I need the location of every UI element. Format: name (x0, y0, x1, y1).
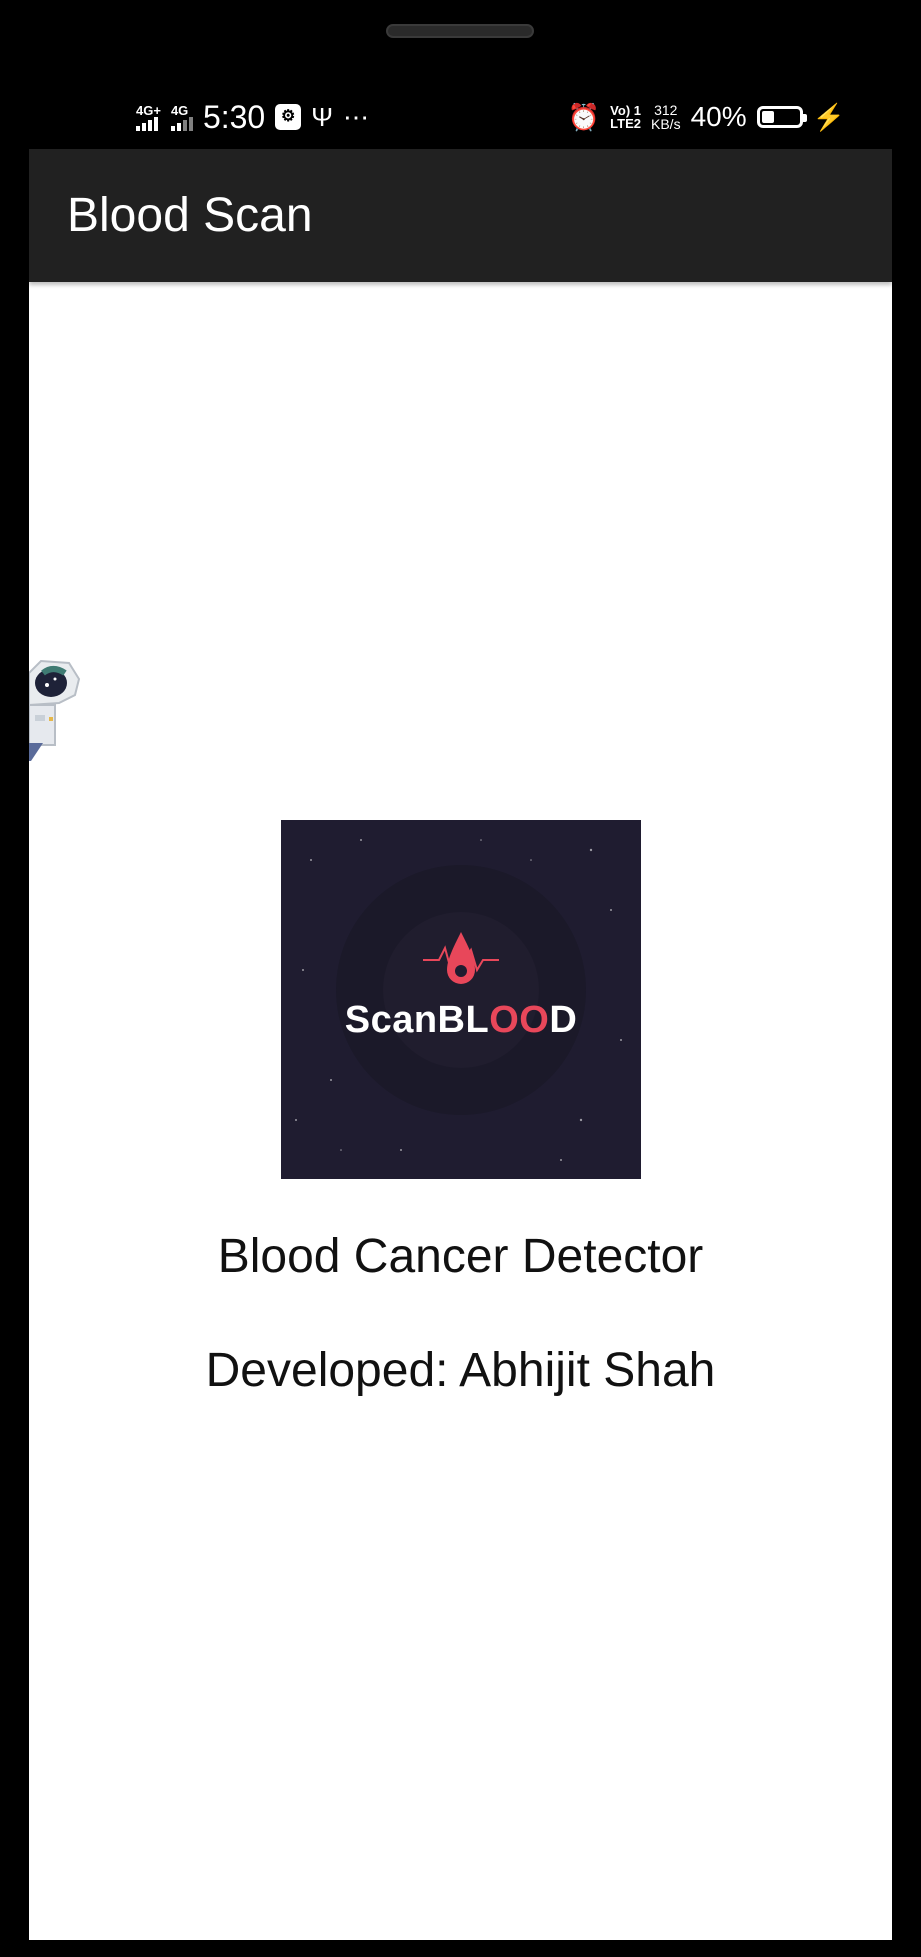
app-bar: Blood Scan (29, 149, 892, 282)
speed-value: 312 (654, 102, 678, 118)
logo-wordmark: ScanBLOOD (281, 999, 641, 1042)
status-bar: 4G+ 4G 5:30 ⚙ Ψ ⋯ ⏰ Vo) 1 LTE2 312 KB/s … (0, 92, 921, 142)
app-screen: Blood Scan ScanBLOOD Blood Cancer Detect… (29, 149, 892, 1940)
usb-icon: Ψ (311, 102, 333, 132)
battery-icon (756, 106, 807, 128)
signal-2: 4G (170, 102, 193, 131)
network-speed: 312 KB/s (651, 103, 681, 131)
status-left: 4G+ 4G 5:30 ⚙ Ψ ⋯ (136, 92, 369, 142)
speed-unit: KB/s (651, 116, 681, 132)
app-title: Blood Scan (67, 189, 313, 242)
status-right: ⏰ Vo) 1 LTE2 312 KB/s 40% ⚡ (568, 92, 845, 142)
earpiece-speaker (386, 24, 534, 38)
app-description: Blood Cancer Detector (217, 1230, 704, 1283)
volte-bottom: LTE2 (610, 116, 641, 131)
alarm-icon: ⏰ (567, 102, 601, 132)
scanblood-logo: ScanBLOOD (281, 820, 641, 1179)
signal-bars-icon (136, 116, 158, 131)
logo-word-end: D (549, 999, 578, 1041)
clock: 5:30 (202, 99, 266, 135)
phone-frame: 4G+ 4G 5:30 ⚙ Ψ ⋯ ⏰ Vo) 1 LTE2 312 KB/s … (0, 0, 921, 1957)
volte-indicator: Vo) 1 LTE2 (610, 104, 641, 130)
network-type-1: 4G+ (136, 102, 161, 118)
signal-bars-icon (170, 116, 193, 131)
network-type-2: 4G (170, 102, 189, 118)
logo-word-plain: ScanBL (344, 999, 490, 1041)
developer-credit: Developed: Abhijit Shah (205, 1344, 716, 1397)
usb-settings-icon: ⚙ (275, 104, 302, 130)
more-notifications-icon: ⋯ (342, 102, 369, 132)
charging-icon: ⚡ (812, 101, 845, 132)
battery-fill (761, 111, 774, 123)
logo-word-red: OO (489, 999, 550, 1041)
astronaut-icon (29, 659, 81, 761)
signal-1: 4G+ (136, 104, 161, 131)
battery-percent: 40% (690, 101, 747, 132)
